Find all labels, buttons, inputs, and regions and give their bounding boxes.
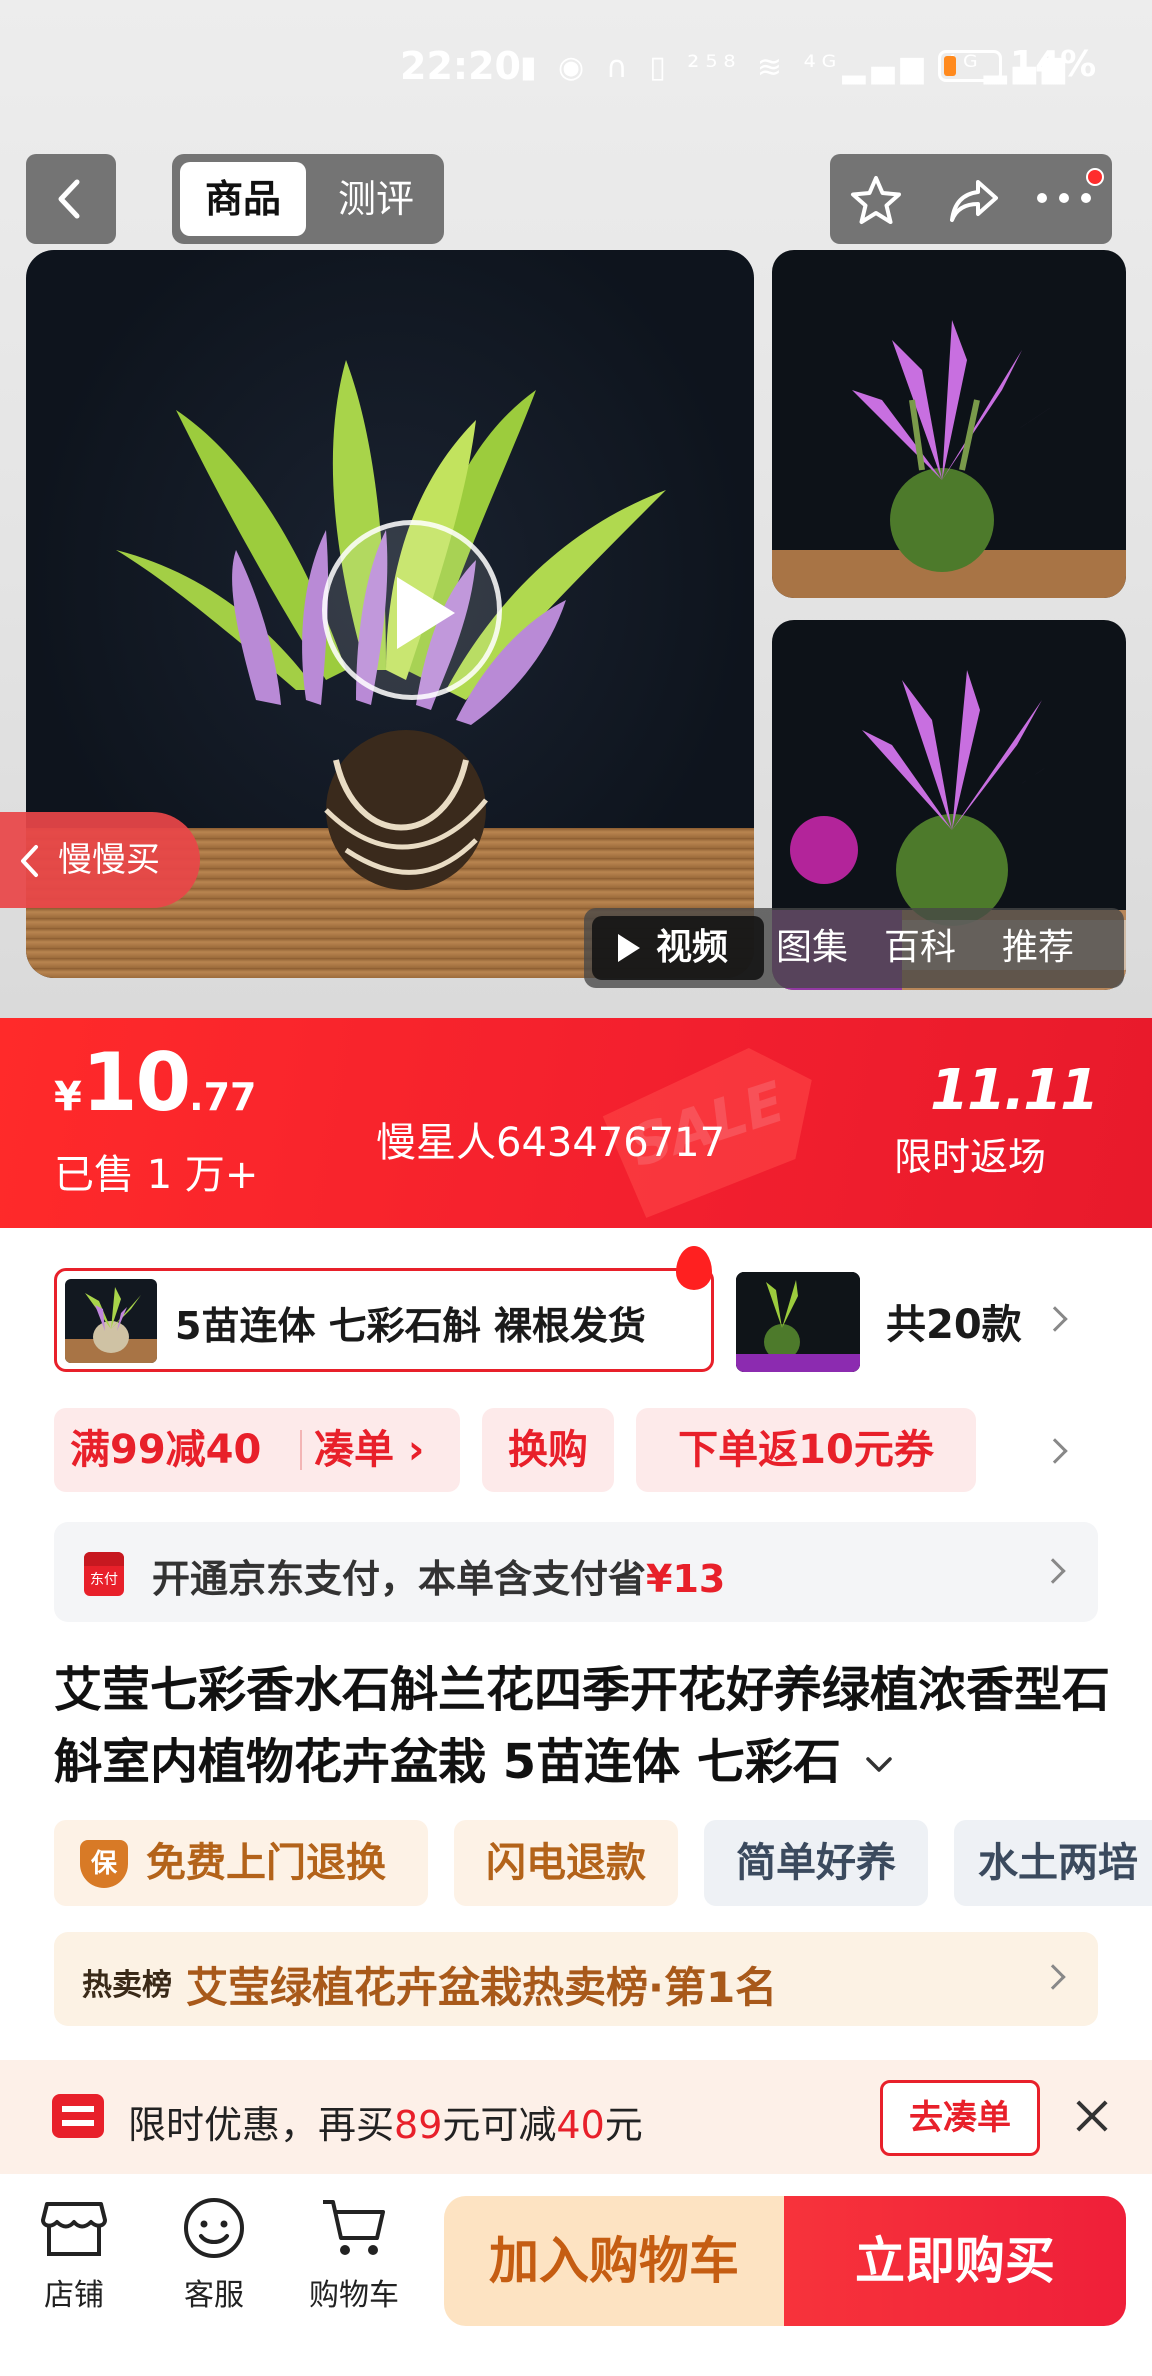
price: ¥10.77 xyxy=(54,1036,257,1129)
tag-flash-refund[interactable]: 闪电退款 xyxy=(454,1820,678,1906)
header-actions xyxy=(830,154,1112,244)
notice-suffix: 元 xyxy=(604,2103,643,2147)
jd-pay-amount: ¥13 xyxy=(646,1557,726,1601)
tag-free-return[interactable]: 保 免费上门退换 xyxy=(54,1820,428,1906)
media-tabs: 视频 图集 百科 推荐 xyxy=(584,908,1124,988)
tag-hydro-soil[interactable]: 水土两培 xyxy=(954,1820,1152,1906)
customer-service-button[interactable]: 客服 xyxy=(154,2196,274,2314)
status-time: 22:20 xyxy=(400,44,521,88)
battery-percent: 14% xyxy=(1010,44,1097,85)
promo-coupon[interactable]: 下单返10元券 xyxy=(636,1408,976,1492)
price-banner: ¥10.77 已售 1 万+ SALE 慢星人643476717 11.11 限… xyxy=(0,1018,1152,1228)
chevron-right-icon[interactable] xyxy=(1042,1438,1068,1464)
promo-trade-in[interactable]: 换购 xyxy=(482,1408,614,1492)
customer-service-label: 客服 xyxy=(184,2278,244,2313)
variant-count[interactable]: 共20款 xyxy=(886,1292,1022,1350)
status-bar: 22:20 ▮ ◉ ∩ ▯ ²⁵⁸ ≋ ⁴ᴳ▂▄▆ ⁴ᴳ▂▄▆ 14% xyxy=(0,36,1152,96)
shopping-cart-icon xyxy=(323,2200,385,2255)
chevron-down-icon[interactable] xyxy=(864,1755,894,1775)
seller-name: 慢星人643476717 xyxy=(376,1120,726,1166)
combine-order-button[interactable]: 去凑单 xyxy=(880,2080,1040,2156)
notification-dot xyxy=(1086,168,1104,186)
chevron-right-icon xyxy=(1040,1558,1066,1584)
price-decimal: .77 xyxy=(189,1075,257,1119)
chevron-left-icon xyxy=(58,179,80,219)
back-button[interactable] xyxy=(26,154,116,244)
notice-buy-amount: 89 xyxy=(394,2103,443,2147)
media-tab-gallery[interactable]: 图集 xyxy=(776,916,848,980)
notice-middle: 元可减 xyxy=(442,2103,557,2147)
orchid-thumb-illustration xyxy=(772,320,1126,598)
thumbnail-image[interactable] xyxy=(772,250,1126,598)
selected-variant[interactable]: 5苗连体 七彩石斛 裸根发货 xyxy=(54,1268,714,1372)
chevron-right-icon xyxy=(1042,1306,1068,1332)
sold-count: 已售 1 万+ xyxy=(54,1152,259,1198)
cart-nav-button[interactable]: 购物车 xyxy=(294,2196,414,2314)
share-icon[interactable] xyxy=(946,174,1002,226)
variant-thumbnail[interactable] xyxy=(736,1272,860,1372)
promo-full-reduction-label: 满99减40 xyxy=(70,1427,262,1473)
jd-pay-row[interactable]: 东付 开通京东支付，本单含支付省¥13 xyxy=(54,1522,1098,1622)
media-tab-video[interactable]: 视频 xyxy=(592,916,764,980)
price-currency: ¥ xyxy=(54,1074,82,1120)
product-gallery: 22:20 ▮ ◉ ∩ ▯ ²⁵⁸ ≋ ⁴ᴳ▂▄▆ ⁴ᴳ▂▄▆ 14% 商品 测… xyxy=(0,0,1152,1018)
play-video-button[interactable] xyxy=(322,520,502,700)
notice-off-amount: 40 xyxy=(556,2103,605,2147)
battery-icon xyxy=(938,50,1002,82)
price-integer: 10 xyxy=(81,1036,191,1129)
star-icon[interactable] xyxy=(848,174,904,226)
page-tabs: 商品 测评 xyxy=(172,154,444,244)
event-logo: 11.11 xyxy=(930,1058,1099,1123)
ranking-text: 艾莹绿植花卉盆栽热卖榜·第1名 xyxy=(186,1963,778,2012)
tab-product[interactable]: 商品 xyxy=(180,162,306,236)
tag-free-return-label: 免费上门退换 xyxy=(146,1840,386,1886)
combine-order-link[interactable]: 凑单 › xyxy=(314,1408,424,1492)
media-tab-encyclopedia[interactable]: 百科 xyxy=(884,916,956,980)
more-icon[interactable] xyxy=(1034,190,1094,206)
jd-pay-label: 开通京东支付，本单含支付省 xyxy=(152,1557,647,1601)
buy-now-button[interactable]: 立即购买 xyxy=(784,2196,1126,2326)
notice-prefix: 限时优惠，再买 xyxy=(128,2103,395,2147)
shield-icon: 保 xyxy=(80,1840,128,1888)
jd-pay-text: 开通京东支付，本单含支付省¥13 xyxy=(152,1548,725,1603)
store-label: 店铺 xyxy=(44,2278,104,2313)
add-to-cart-button[interactable]: 加入购物车 xyxy=(444,2196,784,2326)
ranking-row[interactable]: 热卖榜 艾莹绿植花卉盆栽热卖榜·第1名 xyxy=(54,1932,1098,2026)
store-icon xyxy=(41,2202,107,2256)
tag-easy-care[interactable]: 简单好养 xyxy=(704,1820,928,1906)
divider xyxy=(300,1430,302,1470)
slow-buy-label: 慢慢买 xyxy=(58,840,160,880)
bottom-action-bar: 店铺 客服 购物车 加入购物车 立即购买 xyxy=(0,2174,1152,2376)
cart-label: 购物车 xyxy=(309,2278,399,2313)
smiley-chat-icon xyxy=(184,2198,244,2258)
variant-label: 5苗连体 七彩石斛 裸根发货 xyxy=(175,1304,646,1348)
product-title-text: 艾莹七彩香水石斛兰花四季开花好养绿植浓香型石斛室内植物花卉盆栽 5苗连体 七彩石 xyxy=(54,1662,1111,1790)
notice-text: 限时优惠，再买89元可减40元 xyxy=(128,2094,643,2149)
chevron-left-icon xyxy=(21,845,38,877)
chevron-right-icon xyxy=(1040,1964,1066,1990)
tab-reviews[interactable]: 测评 xyxy=(316,162,436,236)
event-label: 限时返场 xyxy=(894,1135,1047,1179)
jd-pay-icon: 东付 xyxy=(84,1552,124,1596)
close-icon[interactable] xyxy=(1072,2096,1112,2136)
discount-notice: 限时优惠，再买89元可减40元 去凑单 xyxy=(0,2060,1152,2174)
coupon-icon xyxy=(52,2094,104,2138)
media-tab-recommend[interactable]: 推荐 xyxy=(1002,916,1074,980)
slow-buy-button[interactable]: 慢慢买 xyxy=(0,812,200,908)
product-title[interactable]: 艾莹七彩香水石斛兰花四季开花好养绿植浓香型石斛室内植物花卉盆栽 5苗连体 七彩石 xyxy=(54,1654,1114,1798)
promo-full-reduction[interactable]: 满99减40 凑单 › xyxy=(54,1408,460,1492)
ranking-badge: 热卖榜 xyxy=(82,1968,172,2003)
store-button[interactable]: 店铺 xyxy=(14,2196,134,2314)
variant-thumbnail xyxy=(65,1279,157,1363)
hot-flame-icon xyxy=(676,1246,712,1290)
